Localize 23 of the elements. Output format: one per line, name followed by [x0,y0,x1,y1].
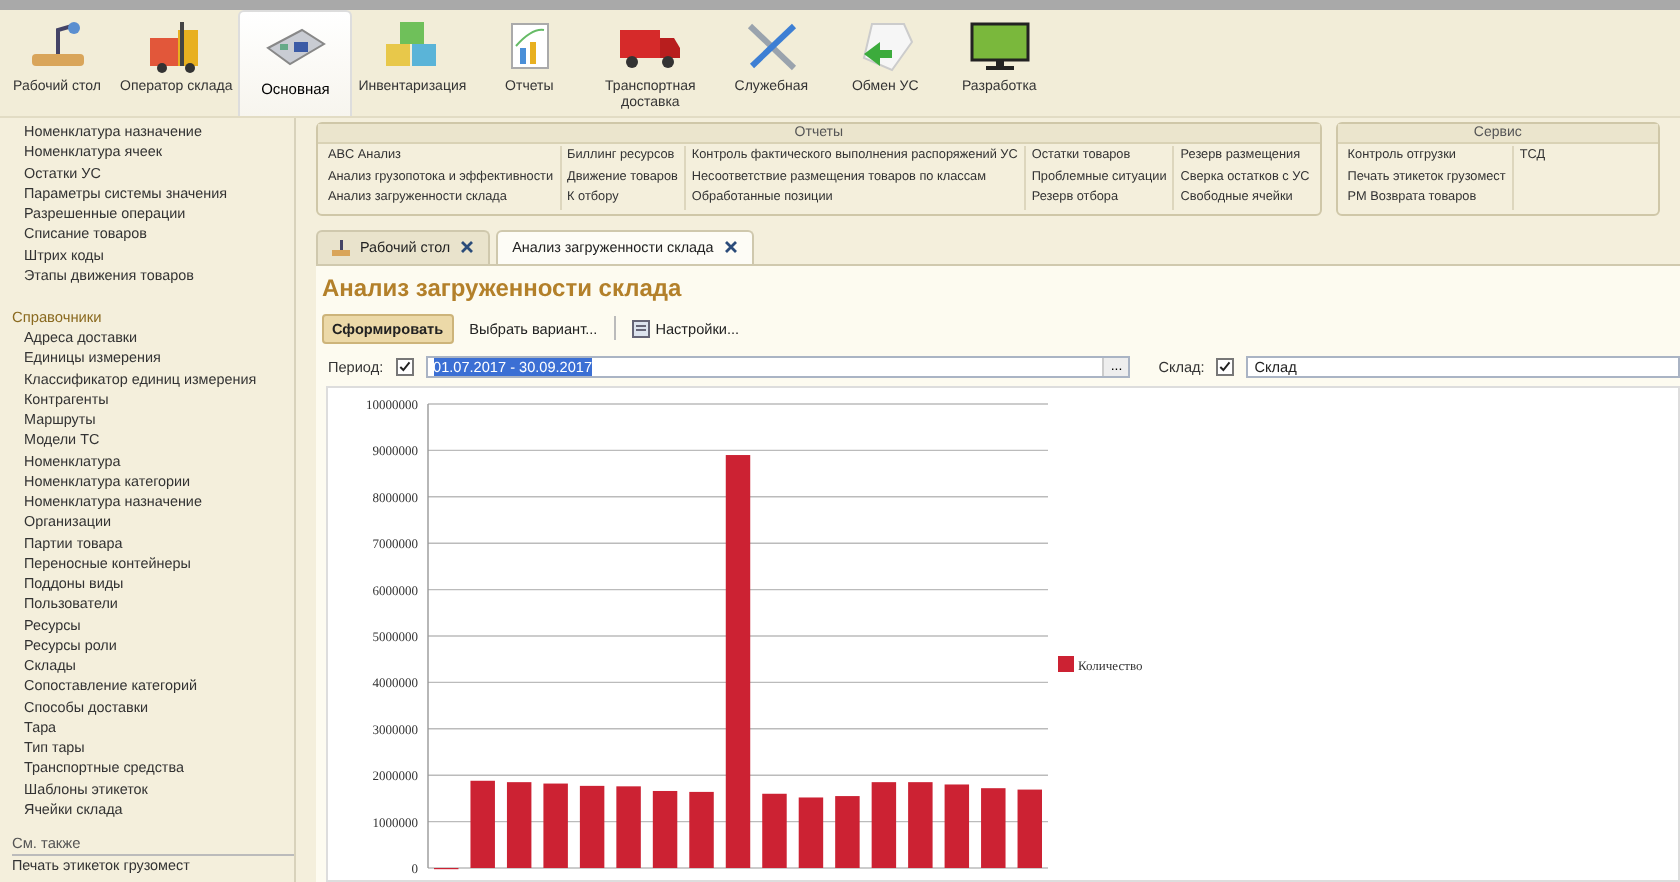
form-title: Анализ загруженности склада [322,273,684,303]
settings-icon [631,319,650,337]
bar [944,783,970,867]
bar [543,782,568,867]
bar [579,784,605,867]
bar [470,779,495,867]
checkbox[interactable] [1216,357,1235,375]
bar [652,790,678,867]
bar [689,790,714,867]
checkbox[interactable] [395,357,414,375]
bar [981,787,1006,867]
bar [506,781,532,867]
desk-lamp-icon [332,239,350,255]
close-icon[interactable] [723,240,738,254]
bar [616,785,641,867]
close-icon[interactable] [460,240,475,254]
monitor-icon [965,18,1034,74]
bar [871,781,897,867]
bar [798,796,824,867]
bar [762,792,787,867]
bar [908,781,933,867]
bar [835,795,860,867]
bar [1017,788,1042,867]
